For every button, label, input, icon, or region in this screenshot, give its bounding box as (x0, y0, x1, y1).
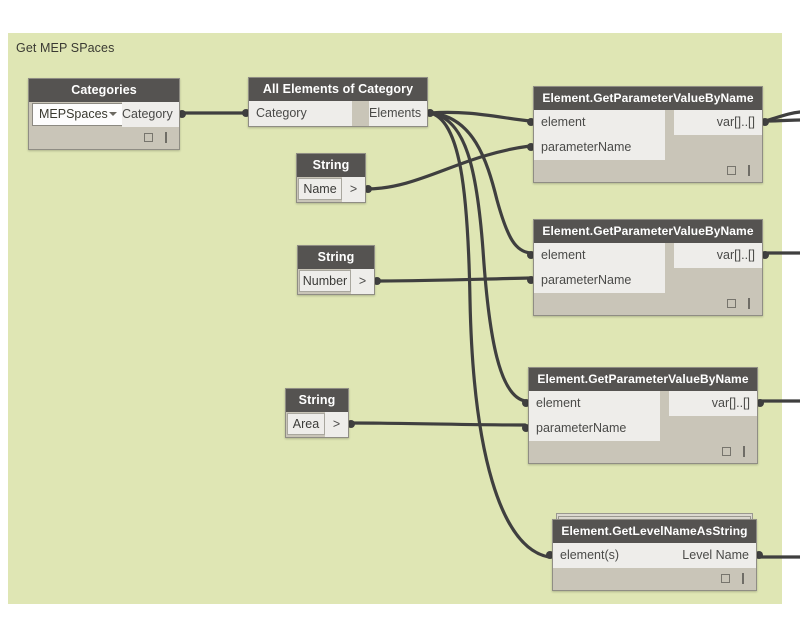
node-get-level-name[interactable]: Element.GetLevelNameAsString element(s) Le… (552, 519, 757, 591)
node-title: Element.GetLevelNameAsString (553, 520, 756, 543)
node-ports: Category Elements (249, 101, 427, 126)
input-port-category[interactable]: Category (249, 101, 352, 126)
node-get-param-name[interactable]: Element.GetParameterValueByName element va… (533, 86, 763, 183)
node-footer (553, 568, 756, 590)
node-footer (534, 293, 762, 315)
input-port-element[interactable]: element (534, 243, 665, 268)
input-port-parametername[interactable]: parameterName (529, 416, 660, 441)
resize-grip-icon[interactable] (748, 298, 750, 309)
chevron-down-icon (109, 112, 117, 116)
node-all-elements-of-category[interactable]: All Elements of Category Category Elements (248, 77, 428, 127)
output-port-elements[interactable]: Elements (369, 101, 427, 126)
port-row: parameterName (529, 416, 757, 441)
node-title: All Elements of Category (249, 78, 427, 101)
dynamo-graph-canvas[interactable]: Get MEP SPaces Categories MEPSpaces Catego… (0, 0, 800, 625)
resize-grip-icon[interactable] (742, 573, 744, 584)
node-ports: MEPSpaces Category (29, 102, 179, 127)
port-row: element var[]..[] (534, 243, 762, 268)
output-port-levelname[interactable]: Level Name (668, 543, 756, 568)
port-row: element var[]..[] (529, 391, 757, 416)
node-get-param-number[interactable]: Element.GetParameterValueByName element va… (533, 219, 763, 316)
output-port-var[interactable]: var[]..[] (674, 243, 762, 268)
input-port-element[interactable]: element (534, 110, 665, 135)
port-row: MEPSpaces Category (29, 102, 179, 127)
preview-checkbox[interactable] (144, 133, 153, 142)
port-row: parameterName (534, 135, 762, 160)
output-port-string[interactable]: > (342, 177, 365, 202)
node-ports: element var[]..[] parameterName (534, 243, 762, 293)
resize-grip-icon[interactable] (165, 132, 167, 143)
node-string-number[interactable]: String Number > (297, 245, 375, 295)
node-title: Element.GetParameterValueByName (534, 220, 762, 243)
input-port-elements[interactable]: element(s) (553, 543, 670, 568)
output-port-string[interactable]: > (325, 412, 348, 437)
node-footer (29, 127, 179, 149)
node-title: String (297, 154, 365, 177)
node-ports: Area > (286, 412, 348, 437)
output-port-var[interactable]: var[]..[] (674, 110, 762, 135)
port-row: Area > (286, 412, 348, 437)
input-port-element[interactable]: element (529, 391, 660, 416)
node-string-name[interactable]: String Name > (296, 153, 366, 203)
port-row: parameterName (534, 268, 762, 293)
string-value-field[interactable]: Number (299, 270, 351, 292)
preview-checkbox[interactable] (727, 166, 736, 175)
node-footer (534, 160, 762, 182)
port-row: element(s) Level Name (553, 543, 756, 568)
node-title: Element.GetParameterValueByName (529, 368, 757, 391)
string-value-field[interactable]: Area (287, 413, 325, 435)
node-title: String (298, 246, 374, 269)
node-ports: Name > (297, 177, 365, 202)
node-get-param-area[interactable]: Element.GetParameterValueByName element va… (528, 367, 758, 464)
port-row: Category Elements (249, 101, 427, 126)
node-footer (529, 441, 757, 463)
output-port-var[interactable]: var[]..[] (669, 391, 757, 416)
node-ports: element var[]..[] parameterName (534, 110, 762, 160)
node-title: Categories (29, 79, 179, 102)
resize-grip-icon[interactable] (743, 446, 745, 457)
node-ports: element(s) Level Name (553, 543, 756, 568)
preview-checkbox[interactable] (727, 299, 736, 308)
node-title: Element.GetParameterValueByName (534, 87, 762, 110)
output-port-string[interactable]: > (351, 269, 374, 294)
category-dropdown[interactable]: MEPSpaces (32, 103, 125, 126)
node-ports: element var[]..[] parameterName (529, 391, 757, 441)
node-title: String (286, 389, 348, 412)
node-ports: Number > (298, 269, 374, 294)
preview-checkbox[interactable] (722, 447, 731, 456)
resize-grip-icon[interactable] (748, 165, 750, 176)
port-row: Name > (297, 177, 365, 202)
group-title: Get MEP SPaces (16, 41, 115, 55)
string-value-field[interactable]: Name (298, 178, 342, 200)
port-row: Number > (298, 269, 374, 294)
node-categories[interactable]: Categories MEPSpaces Category (28, 78, 180, 150)
port-row: element var[]..[] (534, 110, 762, 135)
output-port-category[interactable]: Category (122, 102, 179, 127)
preview-checkbox[interactable] (721, 574, 730, 583)
input-port-parametername[interactable]: parameterName (534, 268, 665, 293)
input-port-parametername[interactable]: parameterName (534, 135, 665, 160)
node-string-area[interactable]: String Area > (285, 388, 349, 438)
